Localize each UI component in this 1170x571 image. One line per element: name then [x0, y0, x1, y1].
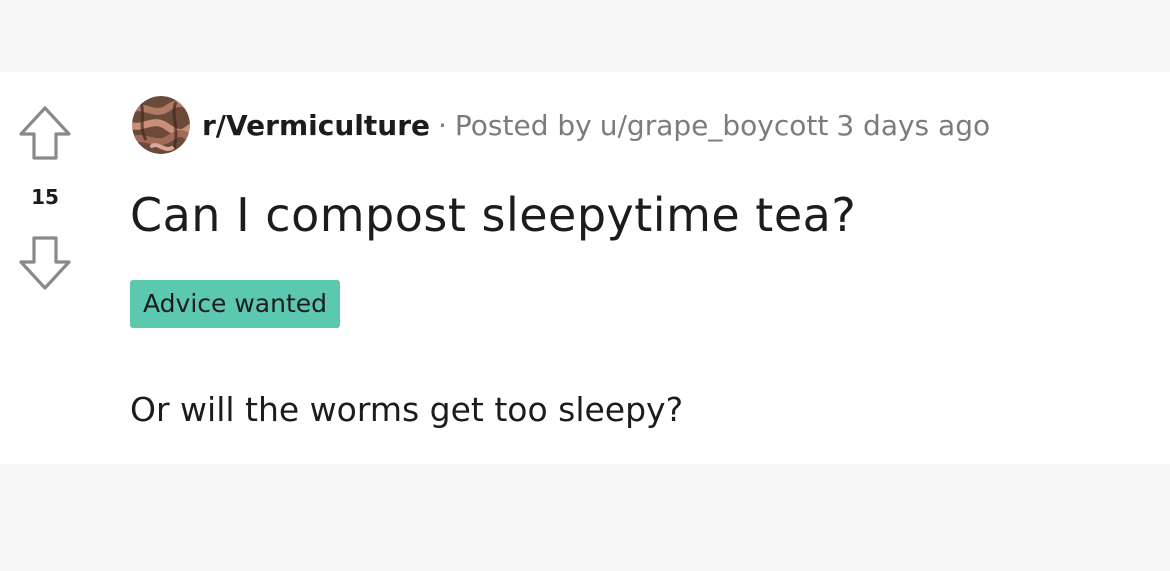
post-card[interactable]: 15 r/Vermiculture · Posted by u/grape_bo… — [0, 72, 1170, 464]
post-flair-badge[interactable]: Advice wanted — [130, 280, 341, 328]
post-title[interactable]: Can I compost sleepytime tea? — [130, 188, 856, 242]
downvote-arrow-icon[interactable] — [14, 232, 76, 294]
upvote-arrow-icon[interactable] — [14, 102, 76, 164]
author-username-link[interactable]: u/grape_boycott — [600, 109, 829, 142]
vote-column: 15 — [0, 72, 90, 464]
posted-by-label: Posted by — [454, 108, 592, 142]
subreddit-link[interactable]: r/Vermiculture — [202, 109, 430, 142]
subreddit-avatar-icon[interactable] — [132, 96, 190, 154]
page: 15 r/Vermiculture · Posted by u/grape_bo… — [0, 0, 1170, 571]
post-body-text: Or will the worms get too sleepy? — [130, 390, 684, 429]
post-timestamp[interactable]: 3 days ago — [836, 109, 990, 142]
vote-score: 15 — [31, 185, 59, 209]
meta-separator: · — [438, 108, 447, 142]
post-header: r/Vermiculture · Posted by u/grape_boyco… — [132, 96, 990, 154]
